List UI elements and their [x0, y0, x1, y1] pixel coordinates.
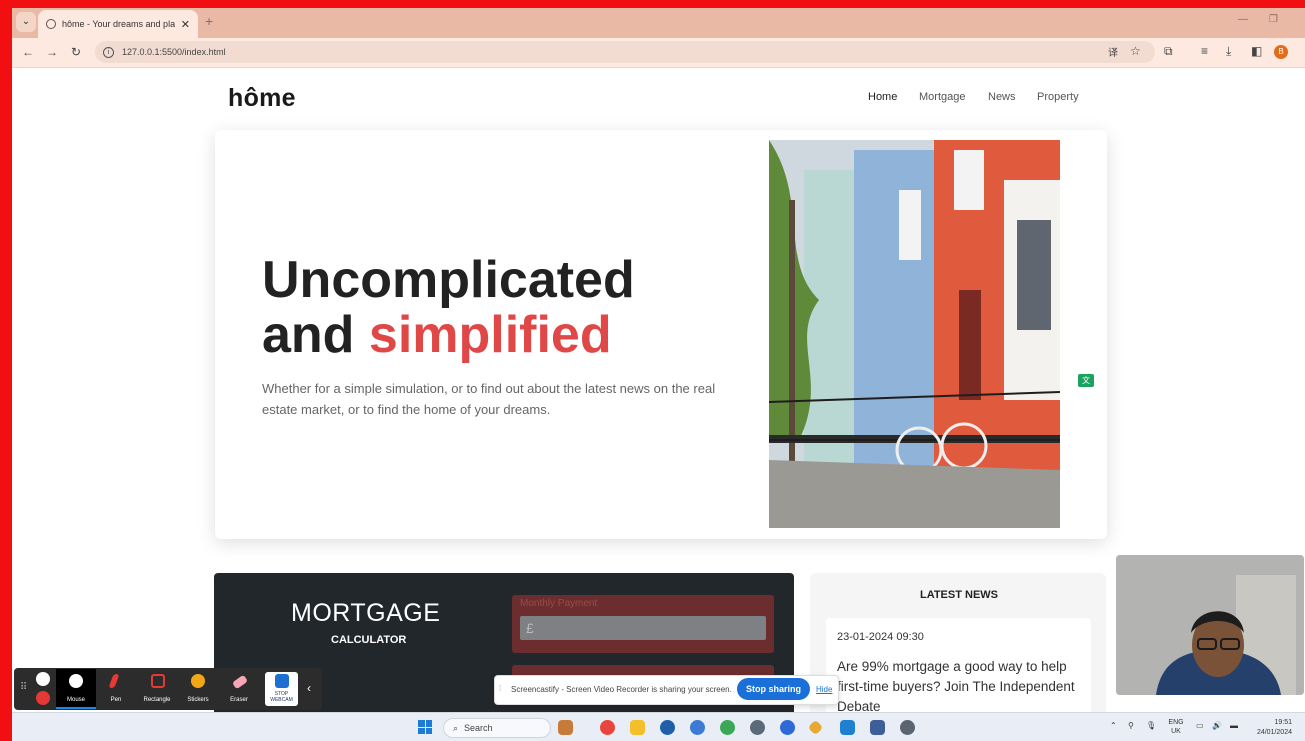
- side-panel-icon[interactable]: ◧: [1251, 44, 1262, 58]
- search-icon: ⌕: [453, 722, 459, 733]
- drag-handle-icon[interactable]: ⠿: [20, 682, 27, 693]
- taskbar-search-label: Search: [464, 723, 493, 733]
- stop-webcam-label: STOP WEBCAM: [270, 691, 293, 703]
- reload-icon[interactable]: ↻: [71, 45, 81, 59]
- tab-title: hôme - Your dreams and plans: [62, 19, 175, 29]
- url-field[interactable]: i 127.0.0.1:5500/index.html: [95, 41, 1155, 63]
- translate-icon[interactable]: 译: [1108, 44, 1118, 59]
- language-indicator[interactable]: ENG UK: [1166, 718, 1186, 736]
- headline-and: and: [262, 306, 369, 364]
- taskbar-search[interactable]: ⌕ Search: [443, 718, 551, 738]
- hide-link[interactable]: Hide: [816, 685, 832, 694]
- clock-date: 24/01/2024: [1256, 729, 1292, 736]
- stickers-icon[interactable]: [191, 674, 205, 688]
- download-icon[interactable]: ⤓: [1226, 44, 1231, 59]
- mortgage-subtitle: CALCULATOR: [331, 634, 407, 646]
- violin-app-icon[interactable]: [558, 720, 573, 735]
- taskbar-clock[interactable]: 19:51 24/01/2024: [1248, 718, 1292, 738]
- mortgage-title: MORTGAGE: [291, 599, 441, 627]
- app-icon-gray[interactable]: [750, 720, 765, 735]
- nav-home[interactable]: Home: [868, 91, 897, 103]
- tray-usb-icon[interactable]: ⚲: [1128, 721, 1134, 730]
- tray-chevron-icon[interactable]: ⌃: [1110, 721, 1117, 730]
- browser-tab[interactable]: hôme - Your dreams and plans ✕: [38, 10, 198, 38]
- url-text: 127.0.0.1:5500/index.html: [122, 47, 226, 57]
- file-explorer-icon[interactable]: [630, 720, 645, 735]
- sharing-drag-icon[interactable]: ⁞: [499, 684, 501, 693]
- tool-pen-label[interactable]: Pen: [96, 697, 136, 703]
- latest-news-heading: LATEST NEWS: [919, 589, 998, 601]
- collapse-chevron-icon[interactable]: ‹: [307, 681, 311, 695]
- google-translate-icon[interactable]: 文: [1078, 374, 1094, 387]
- profile-avatar-icon[interactable]: B: [1274, 45, 1288, 59]
- tray-mic-icon[interactable]: 🎙: [1146, 721, 1156, 730]
- forward-icon[interactable]: →: [46, 45, 58, 59]
- volume-icon[interactable]: 🔊: [1212, 721, 1222, 730]
- monthly-payment-label: Monthly Payment: [520, 598, 598, 609]
- settings-gear-icon[interactable]: [900, 720, 915, 735]
- site-logo[interactable]: hôme: [228, 84, 296, 113]
- minimize-icon[interactable]: —: [1238, 14, 1248, 25]
- site-info-icon[interactable]: i: [103, 46, 114, 58]
- news-date: 23-01-2024 09:30: [837, 631, 924, 643]
- app-icon-badge[interactable]: [690, 720, 705, 735]
- tool-rectangle-label[interactable]: Rectangle: [137, 697, 177, 703]
- reading-list-icon[interactable]: ≡: [1201, 44, 1208, 58]
- webcam-preview[interactable]: [1116, 555, 1304, 695]
- hero-headline: Uncomplicated and simplified: [262, 253, 635, 363]
- language-label: ENG: [1168, 719, 1184, 726]
- tool-mouse-label: Mouse: [66, 697, 85, 703]
- nav-property[interactable]: Property: [1037, 91, 1079, 103]
- restore-icon[interactable]: ❐: [1269, 14, 1278, 25]
- stop-sharing-button[interactable]: Stop sharing: [737, 678, 810, 700]
- app-icon-q[interactable]: [660, 720, 675, 735]
- headline-line1: Uncomplicated: [262, 251, 635, 309]
- webcam-icon: [275, 674, 289, 688]
- windows-start-icon[interactable]: [418, 720, 432, 734]
- tool-eraser-label[interactable]: Eraser: [219, 697, 259, 703]
- region-label: UK: [1171, 728, 1181, 735]
- back-icon[interactable]: ←: [22, 45, 34, 59]
- tool-stickers-label[interactable]: Stickers: [178, 697, 218, 703]
- vscode-icon[interactable]: [840, 720, 855, 735]
- rectangle-icon[interactable]: [151, 674, 165, 688]
- close-tab-icon[interactable]: ✕: [181, 18, 190, 31]
- sharing-message: Screencastify - Screen Video Recorder is…: [511, 685, 732, 694]
- mouse-cursor-icon: [69, 674, 83, 688]
- hero-house-photo: [769, 140, 1060, 528]
- nav-news[interactable]: News: [988, 91, 1016, 103]
- nav-mortgage[interactable]: Mortgage: [919, 91, 965, 103]
- notepad-icon[interactable]: [870, 720, 885, 735]
- battery-icon[interactable]: ▬: [1230, 721, 1238, 730]
- new-tab-icon[interactable]: +: [205, 13, 213, 29]
- stop-record-icon[interactable]: [36, 691, 50, 705]
- monthly-payment-input[interactable]: £: [520, 616, 766, 640]
- app-icon-green[interactable]: [720, 720, 735, 735]
- hero-lead: Whether for a simple simulation, or to f…: [262, 381, 716, 417]
- pause-icon[interactable]: [36, 672, 50, 686]
- zoom-icon[interactable]: [780, 720, 795, 735]
- clock-time: 19:51: [1274, 719, 1292, 726]
- globe-icon: [46, 19, 56, 29]
- news-title[interactable]: Are 99% mortgage a good way to help firs…: [837, 657, 1083, 717]
- headline-highlight: simplified: [368, 306, 612, 364]
- extensions-icon[interactable]: ⧉: [1164, 44, 1173, 59]
- network-icon[interactable]: ▭: [1196, 721, 1204, 730]
- tab-search-chevron-icon[interactable]: ⌄: [16, 12, 36, 32]
- chrome-icon[interactable]: [600, 720, 615, 735]
- bookmark-star-icon[interactable]: ☆: [1130, 44, 1141, 58]
